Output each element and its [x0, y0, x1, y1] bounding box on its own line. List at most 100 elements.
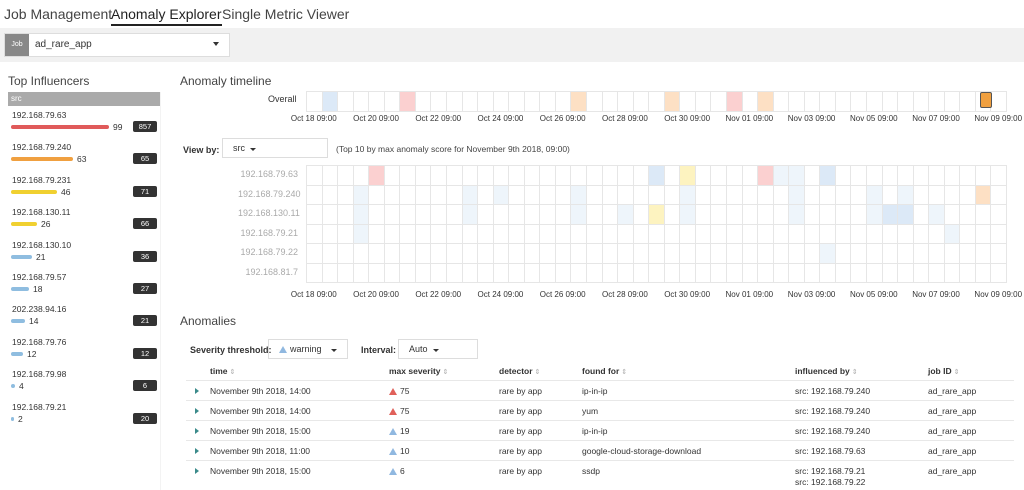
- swimlane-cell[interactable]: [834, 262, 852, 283]
- swimlane-cell[interactable]: [726, 165, 743, 186]
- swimlane-cell[interactable]: [663, 204, 681, 225]
- swimlane-cell[interactable]: [601, 223, 619, 244]
- swimlane-cell[interactable]: [414, 91, 432, 112]
- influencer-item[interactable]: 192.168.79.63 99 857: [0, 110, 165, 144]
- swimlane-cell[interactable]: [337, 262, 354, 283]
- swimlane-cell[interactable]: [679, 262, 696, 283]
- swimlane-cell[interactable]: [757, 184, 774, 205]
- swimlane-cell[interactable]: [772, 204, 790, 225]
- swimlane-cell[interactable]: [741, 204, 759, 225]
- swimlane-cell[interactable]: [772, 243, 790, 264]
- swimlane-cell[interactable]: [632, 243, 650, 264]
- swimlane-cell[interactable]: [866, 262, 883, 283]
- swimlane-cell[interactable]: [352, 184, 370, 205]
- swimlane-cell[interactable]: [726, 204, 743, 225]
- swimlane-cell[interactable]: [881, 204, 899, 225]
- swimlane-cell[interactable]: [337, 223, 354, 244]
- expand-row-icon[interactable]: [195, 428, 199, 434]
- swimlane-cell[interactable]: [601, 262, 619, 283]
- job-selector[interactable]: Job ad_rare_app: [4, 33, 230, 57]
- swimlane-cell[interactable]: [928, 262, 945, 283]
- swimlane-cell[interactable]: [897, 223, 914, 244]
- swimlane-cell[interactable]: [959, 223, 976, 244]
- swimlane-cell[interactable]: [648, 91, 665, 112]
- column-header-job-id[interactable]: job ID ⇕: [928, 366, 959, 376]
- swimlane-cell[interactable]: [648, 184, 665, 205]
- swimlane-cell[interactable]: [741, 91, 759, 112]
- swimlane-cell[interactable]: [321, 184, 339, 205]
- swimlane-cell[interactable]: [959, 184, 976, 205]
- swimlane-cell[interactable]: [523, 243, 541, 264]
- swimlane-cell[interactable]: [446, 165, 463, 186]
- swimlane-cell[interactable]: [632, 184, 650, 205]
- swimlane-cell[interactable]: [679, 165, 696, 186]
- swimlane-cell[interactable]: [523, 165, 541, 186]
- swimlane-cell[interactable]: [912, 243, 930, 264]
- swimlane-cell[interactable]: [974, 204, 992, 225]
- swimlane-cell[interactable]: [383, 243, 401, 264]
- swimlane-cell[interactable]: [990, 243, 1007, 264]
- swimlane-cell[interactable]: [897, 165, 914, 186]
- swimlane-cell[interactable]: [539, 223, 556, 244]
- influencer-item[interactable]: 202.238.94.16 14 21: [0, 304, 165, 338]
- swimlane-cell[interactable]: [663, 91, 681, 112]
- swimlane-cell[interactable]: [663, 223, 681, 244]
- swimlane-cell[interactable]: [772, 262, 790, 283]
- swimlane-cell[interactable]: [741, 243, 759, 264]
- swimlane-cell[interactable]: [943, 184, 961, 205]
- swimlane-cell[interactable]: [632, 223, 650, 244]
- swimlane-cell[interactable]: [803, 223, 821, 244]
- swimlane-cell[interactable]: [632, 262, 650, 283]
- swimlane-cell[interactable]: [570, 243, 587, 264]
- swimlane-cell[interactable]: [757, 243, 774, 264]
- swimlane-cell[interactable]: [477, 91, 494, 112]
- swimlane-cell[interactable]: [352, 91, 370, 112]
- swimlane-cell[interactable]: [617, 165, 634, 186]
- swimlane-cell[interactable]: [850, 243, 867, 264]
- swimlane-cell[interactable]: [368, 262, 385, 283]
- swimlane-cell[interactable]: [492, 91, 510, 112]
- swimlane-cell[interactable]: [679, 184, 696, 205]
- swimlane-cell[interactable]: [788, 262, 805, 283]
- swimlane-cell[interactable]: [446, 204, 463, 225]
- swimlane-cell[interactable]: [617, 204, 634, 225]
- swimlane-cell[interactable]: [648, 262, 665, 283]
- swimlane-cell[interactable]: [539, 91, 556, 112]
- swimlane-cell[interactable]: [959, 204, 976, 225]
- swimlane-cell[interactable]: [819, 204, 836, 225]
- swimlane-cell[interactable]: [492, 165, 510, 186]
- swimlane-cell[interactable]: [586, 184, 603, 205]
- swimlane-cell[interactable]: [741, 223, 759, 244]
- swimlane-cell[interactable]: [803, 243, 821, 264]
- swimlane-cell[interactable]: [539, 243, 556, 264]
- influencer-item[interactable]: 192.168.79.21 2 20: [0, 402, 165, 436]
- swimlane-cell[interactable]: [943, 204, 961, 225]
- swimlane-cell[interactable]: [383, 91, 401, 112]
- swimlane-cell[interactable]: [461, 262, 479, 283]
- swimlane-cell[interactable]: [414, 165, 432, 186]
- swimlane-cell[interactable]: [866, 165, 883, 186]
- swimlane-cell[interactable]: [492, 262, 510, 283]
- swimlane-cell[interactable]: [414, 243, 432, 264]
- influencer-ip[interactable]: 192.168.79.240: [12, 142, 71, 152]
- swimlane-cell[interactable]: [881, 184, 899, 205]
- swimlane-cell[interactable]: [912, 223, 930, 244]
- swimlane-cell[interactable]: [523, 184, 541, 205]
- swimlane-cell[interactable]: [554, 184, 572, 205]
- swimlane-row-label[interactable]: 192.168.79.240: [238, 189, 301, 199]
- influencer-ip[interactable]: 192.168.79.21: [12, 402, 66, 412]
- swimlane-cell[interactable]: [897, 204, 914, 225]
- swimlane-cell[interactable]: [601, 204, 619, 225]
- swimlane-cell[interactable]: [881, 223, 899, 244]
- swimlane-cell[interactable]: [726, 243, 743, 264]
- swimlane-cell[interactable]: [461, 243, 479, 264]
- swimlane-cell[interactable]: [430, 243, 447, 264]
- swimlane-cell[interactable]: [710, 223, 727, 244]
- swimlane-cell[interactable]: [508, 223, 525, 244]
- swimlane-cell[interactable]: [601, 243, 619, 264]
- swimlane-cell[interactable]: [430, 91, 447, 112]
- swimlane-cell[interactable]: [508, 204, 525, 225]
- swimlane-cell[interactable]: [850, 262, 867, 283]
- swimlane-cell[interactable]: [586, 165, 603, 186]
- swimlane-cell[interactable]: [352, 223, 370, 244]
